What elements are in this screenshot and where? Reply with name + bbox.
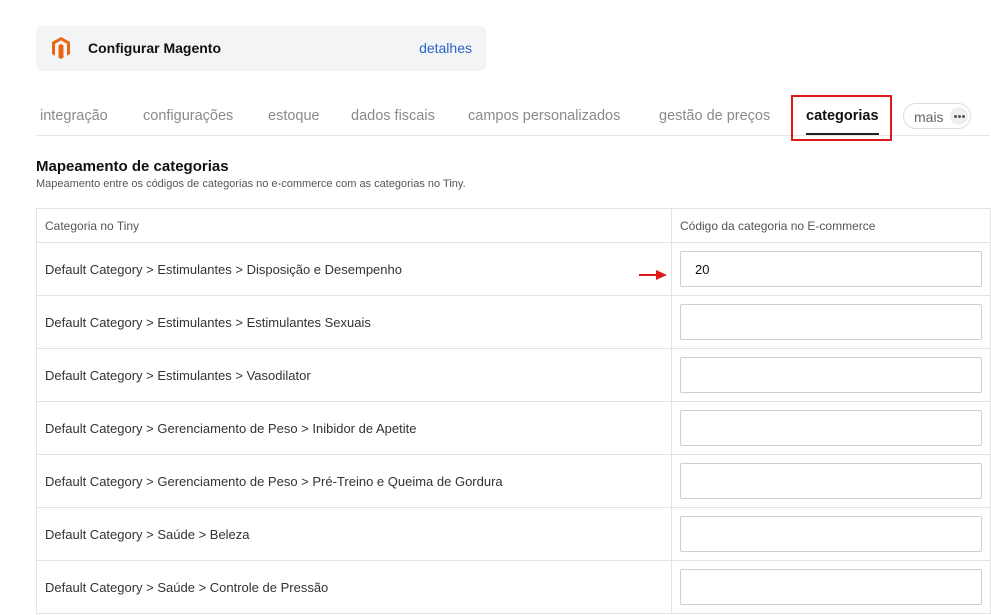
tab-gestao-de-precos[interactable]: gestão de preços [659, 108, 770, 124]
details-link[interactable]: detalhes [419, 40, 472, 56]
app-title: Configurar Magento [88, 40, 221, 56]
section-title: Mapeamento de categorias [36, 158, 229, 175]
category-cell: Default Category > Gerenciamento de Peso… [36, 454, 672, 508]
magento-logo-icon [52, 37, 70, 59]
section-subtitle: Mapeamento entre os códigos de categoria… [36, 178, 466, 190]
category-code-input[interactable] [680, 516, 982, 552]
more-tabs-button[interactable]: mais [903, 103, 971, 129]
category-code-input[interactable] [680, 357, 982, 393]
category-mapping-table: Categoria no Tiny Código da categoria no… [36, 208, 991, 614]
category-cell: Default Category > Estimulantes > Dispos… [36, 242, 672, 296]
code-cell [671, 242, 991, 296]
code-cell [671, 560, 991, 614]
table-row: Default Category > Saúde > Controle de P… [36, 560, 991, 614]
category-code-input[interactable] [680, 569, 982, 605]
column-header-ecommerce-code: Código da categoria no E-commerce [671, 208, 991, 243]
category-cell: Default Category > Saúde > Beleza [36, 507, 672, 561]
category-cell: Default Category > Saúde > Controle de P… [36, 560, 672, 614]
code-cell [671, 454, 991, 508]
category-code-input[interactable] [680, 410, 982, 446]
table-row: Default Category > Saúde > Beleza [36, 507, 991, 561]
table-row: Default Category > Estimulantes > Dispos… [36, 242, 991, 296]
tab-configuracoes[interactable]: configurações [143, 108, 233, 124]
category-code-input[interactable] [680, 251, 982, 287]
category-code-input[interactable] [680, 463, 982, 499]
annotation-arrow-icon [639, 270, 667, 280]
tab-campos-personalizados[interactable]: campos personalizados [468, 108, 620, 124]
category-cell: Default Category > Estimulantes > Vasodi… [36, 348, 672, 402]
annotation-highlight-box [791, 95, 892, 141]
code-cell [671, 401, 991, 455]
column-header-tiny-category: Categoria no Tiny [36, 208, 672, 243]
code-cell [671, 348, 991, 402]
table-row: Default Category > Gerenciamento de Peso… [36, 454, 991, 508]
category-cell: Default Category > Estimulantes > Estimu… [36, 295, 672, 349]
table-row: Default Category > Estimulantes > Estimu… [36, 295, 991, 349]
tab-estoque[interactable]: estoque [268, 108, 320, 124]
table-row: Default Category > Estimulantes > Vasodi… [36, 348, 991, 402]
category-code-input[interactable] [680, 304, 982, 340]
app-header-card: Configurar Magento detalhes [36, 26, 486, 71]
tab-integracao[interactable]: integração [40, 108, 108, 124]
more-dots-icon [950, 107, 968, 125]
tab-dados-fiscais[interactable]: dados fiscais [351, 108, 435, 124]
more-label: mais [914, 109, 944, 125]
category-cell: Default Category > Gerenciamento de Peso… [36, 401, 672, 455]
table-row: Default Category > Gerenciamento de Peso… [36, 401, 991, 455]
table-header-row: Categoria no Tiny Código da categoria no… [36, 208, 991, 243]
code-cell [671, 295, 991, 349]
code-cell [671, 507, 991, 561]
